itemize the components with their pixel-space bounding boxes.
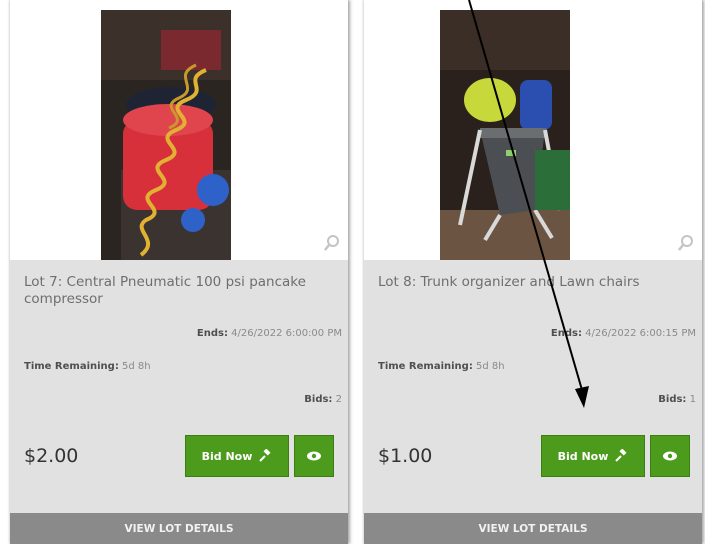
gavel-icon — [259, 449, 271, 462]
lot-info-panel: Lot 7: Central Pneumatic 100 psi pancake… — [10, 260, 348, 513]
ends-label: Ends: — [196, 328, 228, 339]
view-lot-details-button[interactable]: VIEW LOT DETAILS — [364, 513, 702, 544]
eye-icon — [307, 451, 321, 461]
magnifier-icon[interactable] — [324, 234, 340, 252]
gavel-icon — [615, 449, 627, 462]
lot-title: Lot 8: Trunk organizer and Lawn chairs — [378, 274, 640, 290]
bid-now-button[interactable]: Bid Now — [541, 435, 645, 477]
lot-photo-compressor[interactable] — [101, 10, 231, 260]
bids-label: Bids: — [658, 394, 687, 405]
time-remaining-label: Time Remaining: — [378, 361, 473, 372]
bids-label: Bids: — [304, 394, 333, 405]
bid-count: Bids: 2 — [304, 394, 342, 405]
eye-icon — [663, 451, 677, 461]
time-remaining: Time Remaining: 5d 8h — [24, 361, 151, 372]
bids-value: 1 — [689, 394, 696, 405]
lot-photo-organizer[interactable] — [440, 10, 570, 260]
time-remaining: Time Remaining: 5d 8h — [378, 361, 505, 372]
view-lot-details-button[interactable]: VIEW LOT DETAILS — [10, 513, 348, 544]
ends-value: 4/26/2022 6:00:15 PM — [585, 328, 696, 339]
lot-image-area — [10, 0, 348, 260]
lot-image-area — [364, 0, 702, 260]
lot-card-8: Lot 8: Trunk organizer and Lawn chairs E… — [364, 0, 702, 544]
watch-button[interactable] — [294, 435, 334, 477]
bid-count: Bids: 1 — [658, 394, 696, 405]
watch-button[interactable] — [650, 435, 690, 477]
time-remaining-value: 5d 8h — [122, 361, 151, 372]
lot-end-time: Ends: 4/26/2022 6:00:00 PM — [197, 328, 342, 339]
current-price: $2.00 — [24, 445, 79, 467]
bid-now-label: Bid Now — [557, 449, 609, 463]
lot-card-7: Lot 7: Central Pneumatic 100 psi pancake… — [10, 0, 348, 544]
bid-now-button[interactable]: Bid Now — [185, 435, 289, 477]
magnifier-icon[interactable] — [678, 234, 694, 252]
lot-end-time: Ends: 4/26/2022 6:00:15 PM — [551, 328, 696, 339]
lot-info-panel: Lot 8: Trunk organizer and Lawn chairs E… — [364, 260, 702, 513]
ends-label: Ends: — [550, 328, 582, 339]
time-remaining-value: 5d 8h — [476, 361, 505, 372]
time-remaining-label: Time Remaining: — [24, 361, 119, 372]
bids-value: 2 — [335, 394, 342, 405]
current-price: $1.00 — [378, 445, 433, 467]
bid-now-label: Bid Now — [201, 449, 253, 463]
ends-value: 4/26/2022 6:00:00 PM — [231, 328, 342, 339]
lot-title: Lot 7: Central Pneumatic 100 psi pancake… — [24, 274, 306, 307]
